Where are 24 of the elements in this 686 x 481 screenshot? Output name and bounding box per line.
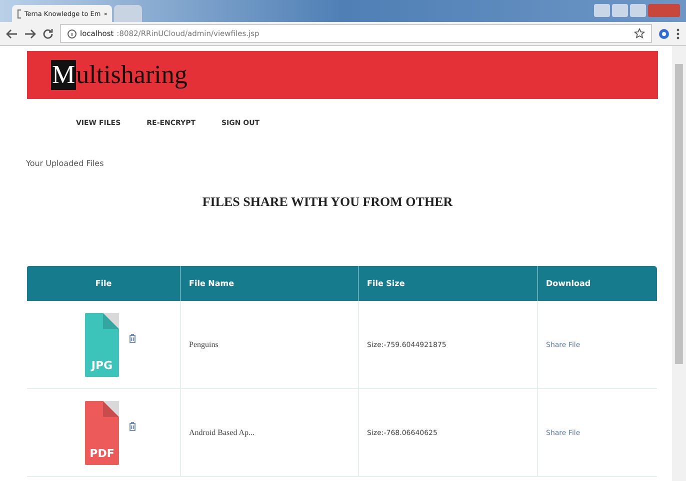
trash-icon[interactable]	[129, 334, 136, 343]
forward-icon[interactable]	[24, 28, 36, 40]
scrollbar[interactable]	[672, 46, 686, 481]
reload-icon[interactable]	[42, 28, 54, 40]
file-icon: PDF	[85, 400, 119, 464]
close-icon[interactable]	[104, 10, 107, 16]
column-header: File Size	[358, 266, 538, 301]
back-icon[interactable]	[6, 28, 18, 40]
trash-icon[interactable]	[129, 422, 136, 431]
logo-text: ultisharing	[76, 60, 188, 90]
column-header: File Name	[180, 266, 358, 301]
logo-initial: M	[51, 60, 76, 90]
table-cell: Android Based Ap...	[180, 388, 358, 476]
column-header: Download	[538, 266, 657, 301]
table-cell: Penguins	[180, 301, 358, 388]
scrollbar-thumb[interactable]	[675, 64, 683, 364]
star-icon[interactable]	[634, 28, 645, 39]
menu-icon[interactable]	[676, 28, 680, 40]
section-label: Your Uploaded Files	[26, 159, 105, 168]
info-icon	[67, 28, 77, 38]
extension-icon[interactable]	[658, 28, 670, 40]
column-header: File	[27, 266, 180, 301]
page-heading: FILES SHARE WITH YOU FROM OTHER	[201, 194, 454, 210]
file-icon: JPG	[85, 312, 119, 376]
